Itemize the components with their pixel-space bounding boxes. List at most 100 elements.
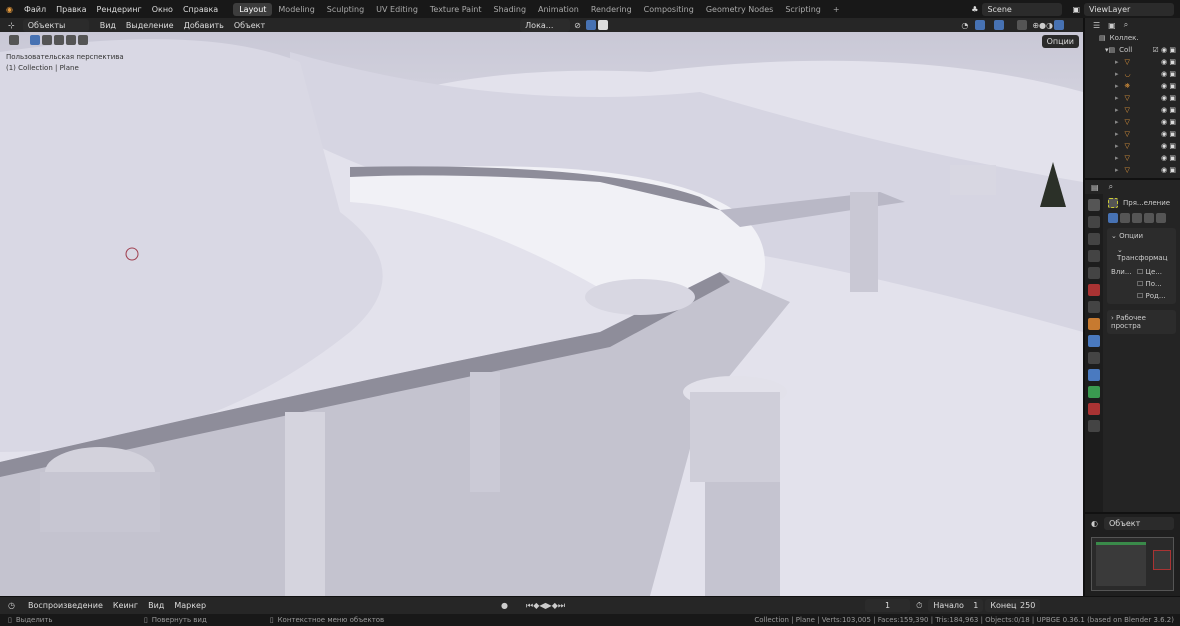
collection-tab-icon[interactable] xyxy=(1088,301,1100,313)
mode-subtract-icon[interactable] xyxy=(1132,213,1142,223)
properties-type-icon[interactable]: ▤ xyxy=(1091,183,1099,192)
timeline-editor-icon[interactable]: ◷ xyxy=(0,601,23,610)
outliner-item[interactable]: ▸ ▽ ◉ ▣ xyxy=(1085,128,1180,140)
solid-shading-icon[interactable]: ● xyxy=(1039,21,1046,30)
display-mode-icon[interactable]: ☰ xyxy=(1093,21,1100,30)
scene-field[interactable]: Scene xyxy=(982,2,1063,16)
properties-search-icon[interactable]: ⌕ xyxy=(1109,182,1113,192)
overlay-icon[interactable] xyxy=(597,20,608,30)
object-tab-icon[interactable] xyxy=(1088,318,1100,330)
menu-help[interactable]: Справка xyxy=(178,5,223,14)
view-layer-icon[interactable]: ▣ xyxy=(1072,5,1080,14)
scene-tab-icon[interactable] xyxy=(1088,267,1100,279)
menu-file[interactable]: Файл xyxy=(19,5,51,14)
view-layer-tab-icon[interactable] xyxy=(1088,250,1100,262)
tab-scripting[interactable]: Scripting xyxy=(779,3,827,16)
tool-tab-icon[interactable] xyxy=(1088,199,1100,211)
outliner-root[interactable]: ▤ Коллек. xyxy=(1085,32,1180,44)
select-extend-icon[interactable] xyxy=(42,35,52,45)
menu-keying[interactable]: Кеинг xyxy=(108,601,143,610)
outliner-item[interactable]: ▸ ▽ ◉ ▣ xyxy=(1085,56,1180,68)
expand-icon[interactable]: ▸ xyxy=(1115,166,1119,174)
search-icon[interactable]: ⌕ xyxy=(1124,20,1128,30)
mode-intersect-icon[interactable] xyxy=(1156,213,1166,223)
output-tab-icon[interactable] xyxy=(1088,233,1100,245)
record-icon[interactable]: ● xyxy=(501,601,508,610)
visibility-toggle-icon[interactable]: ◉ ▣ xyxy=(1161,82,1176,90)
visibility-toggle-icon[interactable]: ◉ ▣ xyxy=(1161,94,1176,102)
render-tab-icon[interactable] xyxy=(1088,216,1100,228)
expand-icon[interactable]: ▸ xyxy=(1115,70,1119,78)
visibility-icon[interactable]: ◔ xyxy=(961,21,968,30)
modifier-tab-icon[interactable] xyxy=(1088,335,1100,347)
mode-extend-icon[interactable] xyxy=(1120,213,1130,223)
affect-parents-checkbox[interactable]: ☐ Род... xyxy=(1137,292,1166,300)
visibility-toggle-icon[interactable]: ◉ ▣ xyxy=(1161,70,1176,78)
menu-marker[interactable]: Маркер xyxy=(169,601,211,610)
select-box-icon[interactable] xyxy=(30,35,40,45)
select-invert-icon[interactable] xyxy=(66,35,76,45)
outliner-item[interactable]: ▸ ▽ ◉ ▣ xyxy=(1085,164,1180,176)
snap-icon[interactable]: ⊘ xyxy=(574,21,581,30)
expand-icon[interactable]: ▸ xyxy=(1115,118,1119,126)
outliner-item[interactable]: ▸ ▽ ◉ ▣ xyxy=(1085,152,1180,164)
select-intersect-icon[interactable] xyxy=(78,35,88,45)
expand-icon[interactable]: ▸ xyxy=(1115,154,1119,162)
material-shading-icon[interactable]: ◑ xyxy=(1046,21,1053,30)
affect-origins-checkbox[interactable]: ☐ Це... xyxy=(1137,268,1166,276)
start-frame-field[interactable]: Начало 1 xyxy=(928,599,984,612)
visibility-toggle-icon[interactable]: ◉ ▣ xyxy=(1161,130,1176,138)
outliner-item[interactable]: ▸ ▽ ◉ ▣ xyxy=(1085,104,1180,116)
menu-playback[interactable]: Воспроизведение xyxy=(23,601,108,610)
menu-window[interactable]: Окно xyxy=(147,5,178,14)
transform-orientation-select[interactable]: Лока... xyxy=(520,18,571,32)
physics-tab-icon[interactable] xyxy=(1088,369,1100,381)
expand-icon[interactable]: ▸ xyxy=(1115,142,1119,150)
shader-mode-select[interactable]: Объект xyxy=(1103,517,1174,530)
mode-select[interactable]: Объекты xyxy=(22,18,89,32)
tab-uv-editing[interactable]: UV Editing xyxy=(370,3,424,16)
visibility-toggle-icon[interactable]: ◉ ▣ xyxy=(1161,118,1176,126)
visibility-toggle-icon[interactable]: ◉ ▣ xyxy=(1161,166,1176,174)
xray-icon[interactable] xyxy=(1017,20,1028,30)
rendered-shading-icon[interactable] xyxy=(1054,20,1064,30)
texture-tab-icon[interactable] xyxy=(1088,420,1100,432)
tab-texture-paint[interactable]: Texture Paint xyxy=(424,3,488,16)
filter-icon[interactable]: ▣ xyxy=(1108,21,1116,30)
scene-icon[interactable]: ♣ xyxy=(971,5,978,14)
select-tool-icon[interactable] xyxy=(9,35,19,45)
gizmo-icon[interactable] xyxy=(975,20,986,30)
shader-editor-icon[interactable]: ◐ xyxy=(1091,519,1098,528)
wireframe-shading-icon[interactable]: ⊕ xyxy=(1032,21,1039,30)
menu-select[interactable]: Выделение xyxy=(121,21,179,30)
visibility-toggle-icon[interactable]: ◉ ▣ xyxy=(1161,106,1176,114)
select-tool-icon[interactable] xyxy=(1108,198,1118,208)
data-tab-icon[interactable] xyxy=(1088,386,1100,398)
mode-new-icon[interactable] xyxy=(1108,213,1118,223)
expand-icon[interactable]: ▸ xyxy=(1115,94,1119,102)
end-frame-field[interactable]: Конец 250 xyxy=(985,599,1041,612)
outliner-item[interactable]: ▸ ◡ ◉ ▣ xyxy=(1085,68,1180,80)
editor-type-icon[interactable]: ⊹ xyxy=(0,21,23,30)
menu-render[interactable]: Рендеринг xyxy=(92,5,147,14)
expand-icon[interactable]: ▸ xyxy=(1115,106,1119,114)
visibility-toggle-icon[interactable]: ☑ ◉ ▣ xyxy=(1153,46,1176,54)
visibility-toggle-icon[interactable]: ◉ ▣ xyxy=(1161,154,1176,162)
view-layer-field[interactable]: ViewLayer xyxy=(1084,2,1174,16)
outliner-item[interactable]: ▸ ▽ ◉ ▣ xyxy=(1085,116,1180,128)
visibility-toggle-icon[interactable]: ◉ ▣ xyxy=(1161,142,1176,150)
outliner-item[interactable]: ▸ ▽ ◉ ▣ xyxy=(1085,140,1180,152)
3d-viewport[interactable]: Опции Пользовательская перспектива (1) C… xyxy=(0,32,1083,596)
tab-rendering[interactable]: Rendering xyxy=(585,3,638,16)
proportional-edit-icon[interactable] xyxy=(585,20,596,30)
menu-object[interactable]: Объект xyxy=(229,21,270,30)
add-workspace-button[interactable]: + xyxy=(827,3,846,16)
tab-sculpting[interactable]: Sculpting xyxy=(321,3,370,16)
visibility-toggle-icon[interactable]: ◉ ▣ xyxy=(1161,58,1176,66)
tab-modeling[interactable]: Modeling xyxy=(272,3,320,16)
menu-timeline-view[interactable]: Вид xyxy=(143,601,169,610)
tab-shading[interactable]: Shading xyxy=(488,3,533,16)
options-panel-header[interactable]: ⌄ Опции xyxy=(1111,232,1172,240)
jump-end-icon[interactable]: ⏭ xyxy=(558,601,565,611)
expand-icon[interactable]: ▸ xyxy=(1115,82,1119,90)
